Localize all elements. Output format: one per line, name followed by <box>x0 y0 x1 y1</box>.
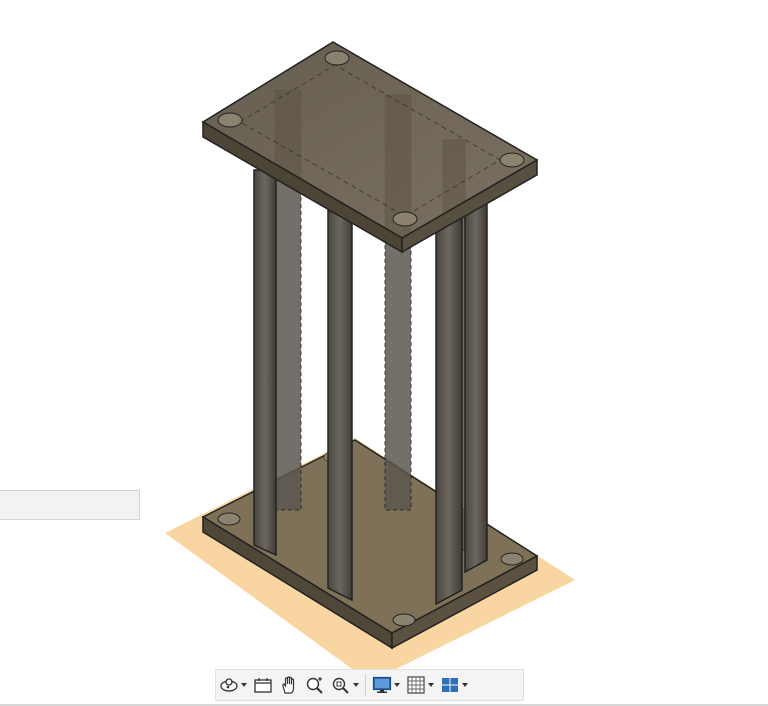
orbit-icon <box>220 678 238 692</box>
multi-viewport-icon <box>442 678 458 692</box>
orbit-dropdown-caret[interactable] <box>241 683 247 687</box>
side-panel-collapsed[interactable] <box>0 490 140 520</box>
fit-button[interactable] <box>331 671 359 699</box>
look-at-icon <box>254 678 272 693</box>
navigation-toolbar <box>215 669 524 701</box>
zoom-button[interactable] <box>305 671 325 699</box>
pan-button[interactable] <box>279 671 299 699</box>
display-settings-button[interactable] <box>372 671 400 699</box>
canvas-viewport[interactable] <box>0 0 768 706</box>
pan-hand-icon <box>282 676 295 694</box>
look-at-button[interactable] <box>253 671 273 699</box>
display-settings-dropdown-caret[interactable] <box>394 683 400 687</box>
monitor-icon <box>372 676 392 693</box>
zoom-window-icon <box>332 677 349 694</box>
3d-model[interactable] <box>0 0 768 706</box>
orbit-button[interactable] <box>219 671 247 699</box>
toolbar-separator <box>365 674 366 696</box>
grid-snaps-button[interactable] <box>406 671 434 699</box>
zoom-icon <box>306 677 323 694</box>
fit-dropdown-caret[interactable] <box>353 683 359 687</box>
viewports-button[interactable] <box>440 671 468 699</box>
viewports-dropdown-caret[interactable] <box>462 683 468 687</box>
grid-icon <box>407 676 425 694</box>
grid-snaps-dropdown-caret[interactable] <box>428 683 434 687</box>
